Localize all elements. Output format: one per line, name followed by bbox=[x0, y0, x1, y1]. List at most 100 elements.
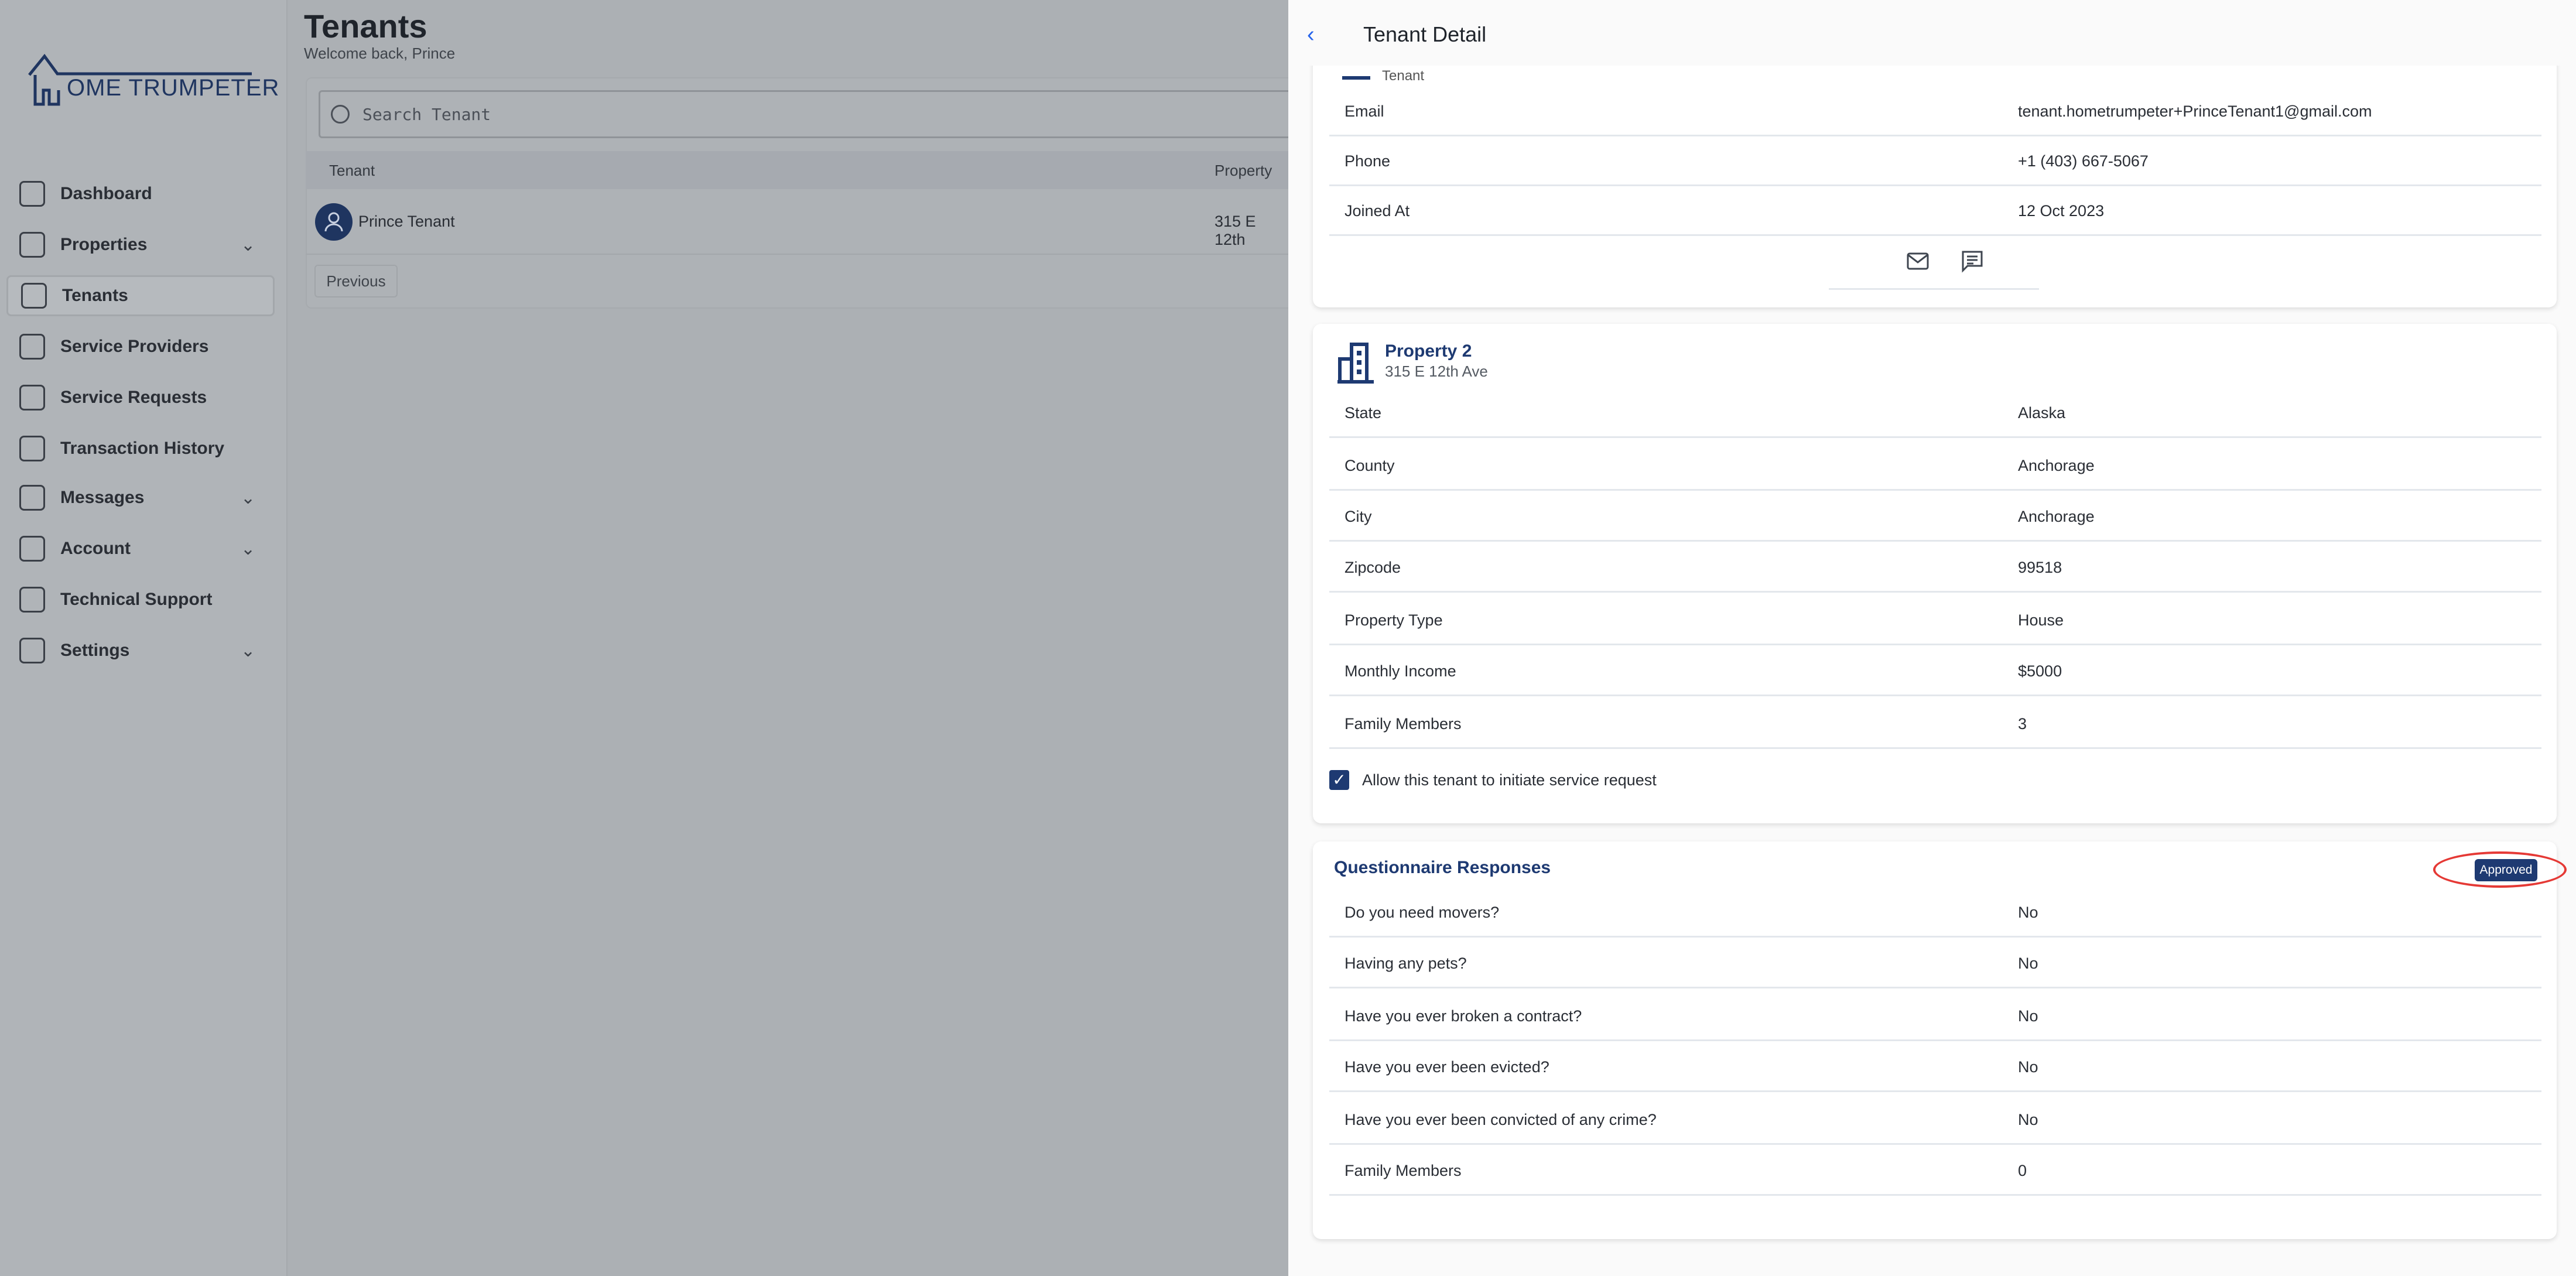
detail-row: Do you need movers? No bbox=[1329, 886, 2541, 938]
row-value: Anchorage bbox=[2018, 508, 2095, 525]
detail-row: Having any pets? No bbox=[1329, 937, 2541, 988]
detail-row: Property Type House bbox=[1329, 594, 2541, 645]
message-icon[interactable] bbox=[1961, 249, 1984, 273]
sidebar-item-technical-support[interactable]: Technical Support bbox=[6, 579, 275, 620]
chevron-down-icon[interactable]: ⌄ bbox=[241, 235, 255, 255]
detail-row: County Anchorage bbox=[1329, 439, 2541, 491]
mail-icon[interactable] bbox=[1906, 251, 1930, 272]
row-value: tenant.hometrumpeter+PrinceTenant1@gmail… bbox=[2018, 102, 2372, 120]
property-name[interactable]: Property 2 bbox=[1385, 341, 1472, 361]
document-icon bbox=[19, 536, 45, 562]
home-icon bbox=[19, 232, 45, 258]
chevron-down-icon[interactable]: ⌄ bbox=[241, 641, 255, 661]
row-value: 0 bbox=[2018, 1162, 2027, 1179]
row-label: State bbox=[1345, 404, 1382, 422]
detail-row: State Alaska bbox=[1329, 386, 2541, 438]
sidebar-item-label: Account bbox=[60, 539, 131, 558]
row-label: Zipcode bbox=[1345, 559, 1401, 576]
detail-row: Have you ever broken a contract? No bbox=[1329, 990, 2541, 1041]
detail-row: Email tenant.hometrumpeter+PrinceTenant1@… bbox=[1329, 85, 2541, 136]
sidebar-item-label: Transaction History bbox=[60, 439, 225, 458]
sidebar-item-label: Service Requests bbox=[60, 388, 207, 407]
row-label: Property Type bbox=[1345, 611, 1443, 629]
sidebar: OME TRUMPETER Dashboard Properties ⌄ Tenant… bbox=[0, 0, 288, 1276]
layers-icon bbox=[19, 385, 45, 410]
sidebar-item-account[interactable]: Account ⌄ bbox=[6, 528, 275, 569]
questionnaire-title: Questionnaire Responses bbox=[1334, 858, 1551, 877]
sidebar-item-label: Tenants bbox=[62, 286, 128, 305]
table-header: Tenant Property bbox=[306, 151, 1289, 189]
sidebar-item-transaction-history[interactable]: Transaction History bbox=[6, 428, 275, 469]
chart-icon bbox=[19, 181, 45, 207]
row-label: Have you ever been evicted? bbox=[1345, 1058, 1549, 1076]
chat-icon bbox=[19, 485, 45, 511]
sidebar-item-tenants[interactable]: Tenants bbox=[6, 275, 275, 316]
page-title: Tenants bbox=[304, 8, 427, 45]
sidebar-item-settings[interactable]: Settings ⌄ bbox=[6, 630, 275, 671]
detail-row: Family Members 3 bbox=[1329, 697, 2541, 749]
sidebar-item-messages[interactable]: Messages ⌄ bbox=[6, 477, 275, 518]
checkbox-checked-icon[interactable]: ✓ bbox=[1329, 770, 1349, 790]
row-label: Email bbox=[1345, 102, 1384, 120]
panel-title: Tenant Detail bbox=[1363, 22, 1487, 46]
search-input[interactable] bbox=[362, 104, 1241, 124]
chevron-down-icon[interactable]: ⌄ bbox=[241, 488, 255, 508]
chevron-down-icon[interactable]: ⌄ bbox=[241, 539, 255, 559]
logo-text: OME TRUMPETER bbox=[67, 75, 280, 101]
sidebar-item-label: Properties bbox=[60, 235, 148, 254]
row-label: Family Members bbox=[1345, 715, 1462, 733]
row-label: City bbox=[1345, 508, 1372, 525]
detail-row: Have you ever been convicted of any crim… bbox=[1329, 1093, 2541, 1145]
row-value: No bbox=[2018, 1111, 2038, 1128]
detail-row: Phone +1 (403) 667-5067 bbox=[1329, 135, 2541, 186]
search-field[interactable] bbox=[319, 90, 1314, 138]
tenant-icon bbox=[1342, 76, 1370, 80]
back-chevron-icon[interactable]: ‹ bbox=[1307, 22, 1315, 47]
row-value: Anchorage bbox=[2018, 457, 2095, 474]
row-value: 3 bbox=[2018, 715, 2027, 733]
detail-row: Family Members 0 bbox=[1329, 1144, 2541, 1196]
detail-row: City Anchorage bbox=[1329, 490, 2541, 542]
detail-row: Monthly Income $5000 bbox=[1329, 645, 2541, 696]
row-value: No bbox=[2018, 1058, 2038, 1076]
users-icon bbox=[21, 283, 47, 309]
row-value: $5000 bbox=[2018, 662, 2062, 680]
row-value: Alaska bbox=[2018, 404, 2066, 422]
sidebar-item-label: Dashboard bbox=[60, 184, 152, 203]
sidebar-item-service-providers[interactable]: Service Providers bbox=[6, 326, 275, 367]
sidebar-item-service-requests[interactable]: Service Requests bbox=[6, 377, 275, 418]
lifebuoy-icon bbox=[19, 587, 45, 613]
building-icon bbox=[1337, 343, 1374, 384]
sidebar-item-properties[interactable]: Properties ⌄ bbox=[6, 224, 275, 265]
row-label: Monthly Income bbox=[1345, 662, 1456, 680]
gear-icon bbox=[19, 638, 45, 663]
row-label: Joined At bbox=[1345, 202, 1410, 220]
highlight-circle bbox=[2433, 851, 2567, 888]
tenant-detail-panel: ‹ Tenant Detail Tenant Email tenant.homet… bbox=[1288, 0, 2576, 1276]
checkbox-label: Allow this tenant to initiate service re… bbox=[1362, 771, 1657, 789]
row-value: +1 (403) 667-5067 bbox=[2018, 152, 2149, 170]
sidebar-item-label: Technical Support bbox=[60, 590, 213, 609]
sidebar-item-label: Settings bbox=[60, 641, 130, 660]
divider bbox=[1829, 288, 2039, 290]
detail-row: Have you ever been evicted? No bbox=[1329, 1041, 2541, 1092]
tenant-role: Tenant bbox=[1382, 68, 1425, 84]
column-tenant: Tenant bbox=[329, 162, 375, 179]
tools-icon bbox=[19, 334, 45, 360]
questionnaire-card: Questionnaire Responses Do you need move… bbox=[1313, 841, 2557, 1239]
row-value: 12 Oct 2023 bbox=[2018, 202, 2105, 220]
row-value: No bbox=[2018, 955, 2038, 972]
allow-service-request-checkbox[interactable]: ✓ Allow this tenant to initiate service … bbox=[1329, 770, 1657, 790]
detail-row: Zipcode 99518 bbox=[1329, 541, 2541, 593]
table-row[interactable]: Prince Tenant 315 E 12th bbox=[306, 189, 1289, 255]
sidebar-item-dashboard[interactable]: Dashboard bbox=[6, 173, 275, 214]
tenant-property: 315 E 12th bbox=[1215, 213, 1256, 248]
property-card: Property 2 315 E 12th Ave State Alaska Cou… bbox=[1313, 324, 2557, 823]
bank-icon bbox=[19, 436, 45, 461]
avatar bbox=[315, 203, 353, 241]
tenant-name: Prince Tenant bbox=[358, 213, 455, 230]
previous-button[interactable]: Previous bbox=[314, 265, 398, 297]
row-value: 99518 bbox=[2018, 559, 2062, 576]
row-label: Having any pets? bbox=[1345, 955, 1467, 972]
user-icon bbox=[324, 212, 343, 232]
